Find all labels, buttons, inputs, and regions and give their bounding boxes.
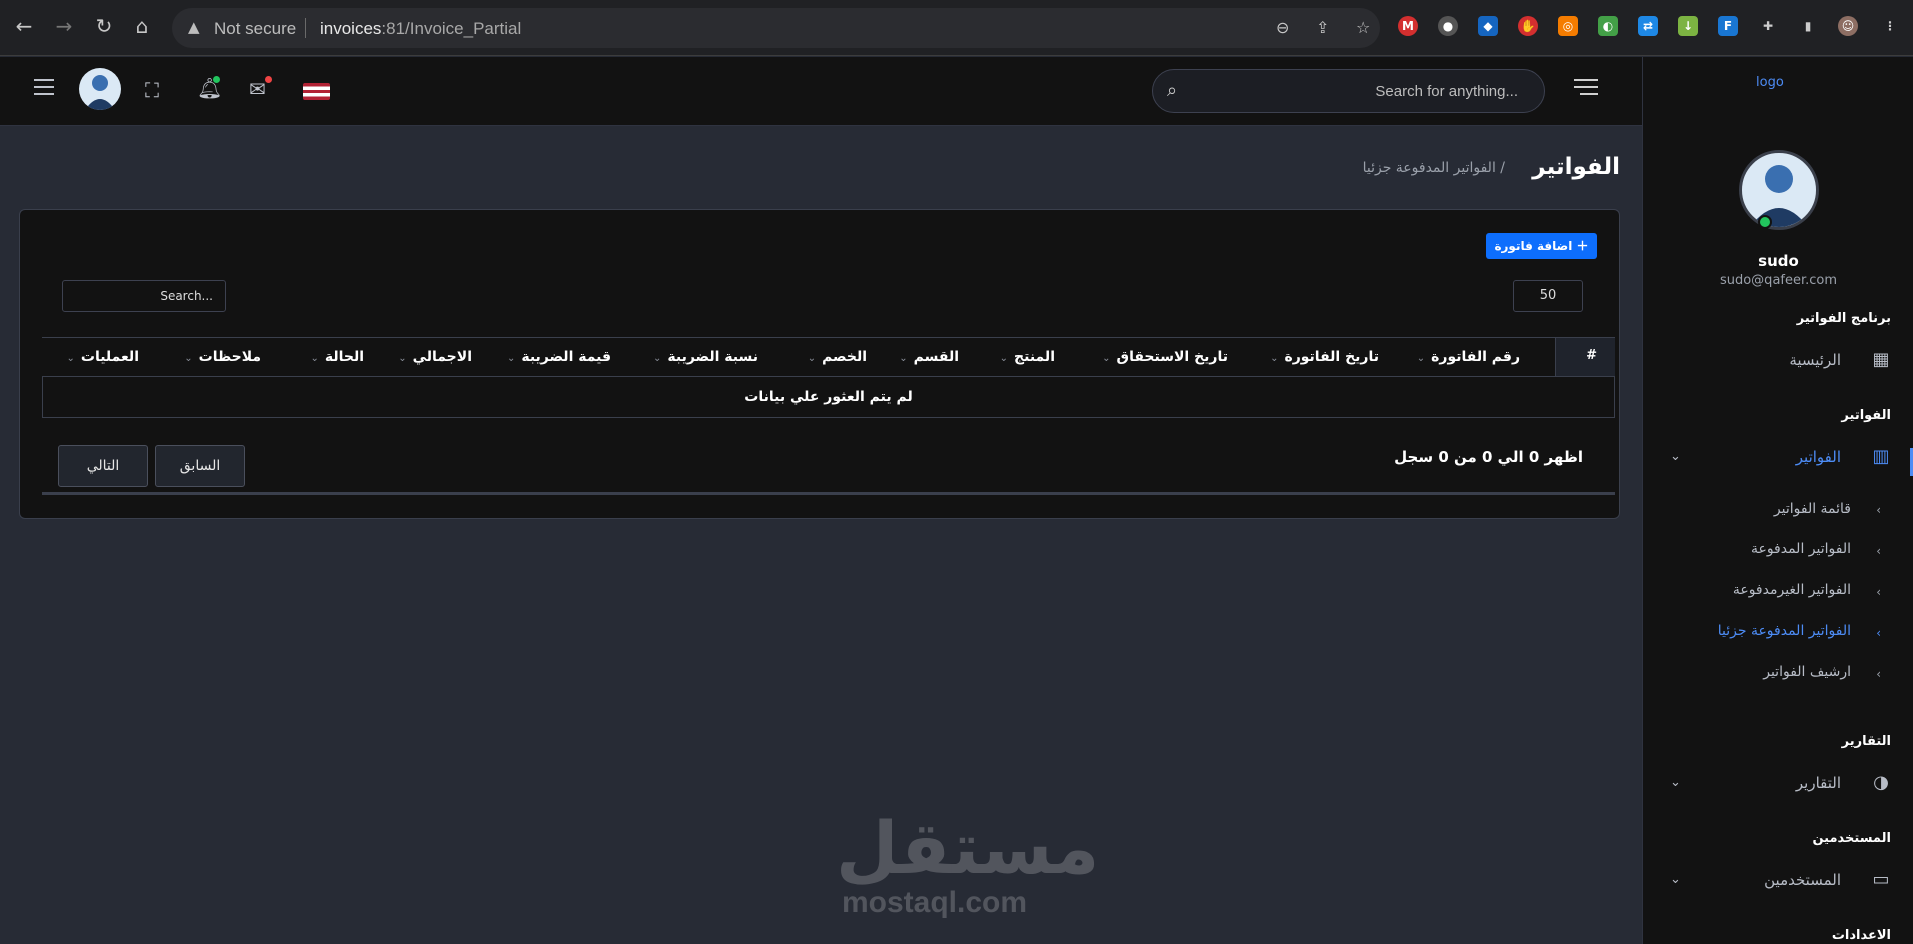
chevron-down-icon[interactable]: ⌄: [1670, 775, 1681, 790]
online-status: [1758, 215, 1772, 229]
search-icon: ⌕: [1167, 80, 1178, 101]
chevron-left-icon: ‹: [1876, 544, 1881, 558]
mail-dot: [265, 76, 272, 83]
back-icon[interactable]: ←: [12, 14, 36, 38]
forward-icon[interactable]: →: [52, 14, 76, 38]
star-icon[interactable]: ☆: [1356, 18, 1370, 37]
table-search-input[interactable]: Search...: [62, 280, 226, 312]
add-invoice-button[interactable]: ＋ اضافة فاتورة: [1486, 233, 1597, 259]
sidebar-item-users[interactable]: المستخدمين: [1764, 871, 1841, 889]
profile-icon[interactable]: ☺: [1838, 16, 1858, 36]
sidebar: logo sudo sudo@qafeer.com برنامج الفواتي…: [1642, 57, 1913, 944]
sidebar-subitem[interactable]: ارشيف الفواتير: [1763, 664, 1851, 680]
chevron-left-icon: ‹: [1876, 626, 1881, 640]
avatar[interactable]: [79, 68, 121, 110]
page-title: الفواتير: [1532, 154, 1620, 180]
extension-icon[interactable]: ◐: [1598, 16, 1618, 36]
extension-icon[interactable]: F: [1718, 16, 1738, 36]
extension-icon[interactable]: M: [1398, 16, 1418, 36]
section-label: الفواتير: [1841, 408, 1891, 423]
sidebar-item-invoices[interactable]: الفواتير: [1796, 448, 1841, 466]
dashboard-icon: ▦: [1872, 349, 1890, 370]
column-header[interactable]: القسم⌄: [899, 349, 959, 365]
section-label: التقارير: [1841, 734, 1891, 749]
watermark-logo: مستقل: [836, 806, 1101, 890]
table-empty-row: لم يتم العثور علي بيانات: [42, 377, 1615, 418]
sidebar-toggle-icon[interactable]: [1574, 79, 1598, 100]
browser-toolbar: ← → ↻ ⌂ ▲ Not secure invoices:81/Invoice…: [0, 0, 1913, 56]
user-name: sudo: [1758, 252, 1799, 270]
column-header[interactable]: العمليات⌄: [67, 349, 140, 365]
extension-icon[interactable]: ⇄: [1638, 16, 1658, 36]
pie-icon: ◑: [1873, 772, 1889, 793]
section-label: برنامج الفواتير: [1796, 311, 1891, 326]
security-label: Not secure: [214, 19, 297, 38]
sidebar-subitem[interactable]: قائمة الفواتير: [1774, 501, 1851, 517]
sidepanel-icon[interactable]: ▮: [1798, 16, 1818, 36]
chevron-down-icon[interactable]: ⌄: [1670, 872, 1681, 887]
table-scrollbar[interactable]: [42, 492, 1615, 495]
sidebar-subitem-active[interactable]: الفواتير المدفوعة جزئيا: [1718, 623, 1851, 639]
column-header[interactable]: تاريخ الاستحقاق⌄: [1102, 349, 1228, 365]
chevron-down-icon[interactable]: ⌄: [1670, 449, 1681, 464]
chevron-left-icon: ‹: [1876, 667, 1881, 681]
chat-icon: ▭: [1872, 869, 1890, 890]
prev-button[interactable]: السابق: [155, 445, 245, 487]
column-header[interactable]: تاريخ الفاتورة⌄: [1270, 349, 1379, 365]
logo[interactable]: logo: [1756, 75, 1784, 90]
address-bar[interactable]: ▲ Not secure invoices:81/Invoice_Partial…: [172, 8, 1380, 48]
home-icon[interactable]: ⌂: [130, 14, 154, 38]
column-header[interactable]: الخصم⌄: [808, 349, 867, 365]
more-icon[interactable]: ⋮: [1880, 16, 1900, 36]
app-header: ⛶ 🔔︎ ✉ ⌕ Search for anything...: [0, 57, 1642, 126]
section-label: المستخدمين: [1812, 831, 1891, 846]
breadcrumb[interactable]: / الفواتير المدفوعة جزئيا: [1363, 160, 1505, 176]
user-email: sudo@qafeer.com: [1719, 273, 1838, 288]
notification-dot: [213, 76, 220, 83]
search-input[interactable]: ⌕ Search for anything...: [1152, 69, 1545, 113]
fullscreen-icon[interactable]: ⛶: [145, 78, 159, 102]
sidebar-item-reports[interactable]: التقارير: [1796, 774, 1841, 792]
puzzle-icon[interactable]: ✚: [1758, 16, 1778, 36]
extension-icon[interactable]: ◎: [1558, 16, 1578, 36]
extension-icon[interactable]: ↓: [1678, 16, 1698, 36]
zoom-icon[interactable]: ⊖: [1276, 18, 1289, 37]
invoices-card: ＋ اضافة فاتورة 50 Search... # رقم الفاتو…: [19, 209, 1620, 519]
chevron-left-icon: ‹: [1876, 503, 1881, 517]
mail-icon[interactable]: ✉: [249, 77, 266, 101]
extension-icon[interactable]: ✋: [1518, 16, 1538, 36]
watermark-text: mostaql.com: [842, 886, 1028, 919]
warning-icon: ▲: [188, 18, 200, 36]
sidebar-item-home[interactable]: الرئيسية: [1789, 351, 1841, 369]
chart-icon: ▥: [1872, 446, 1890, 467]
avatar: [1739, 150, 1819, 230]
column-header[interactable]: ملاحظات⌄: [184, 349, 261, 365]
reload-icon[interactable]: ↻: [92, 14, 116, 38]
table-header: # رقم الفاتورة⌄ تاريخ الفاتورة⌄ تاريخ ال…: [42, 337, 1615, 377]
share-icon[interactable]: ⇪: [1316, 18, 1329, 37]
url-text[interactable]: invoices:81/Invoice_Partial: [320, 19, 521, 39]
menu-icon[interactable]: [34, 79, 54, 95]
column-header[interactable]: #: [1555, 338, 1615, 376]
column-header[interactable]: الحالة⌄: [310, 349, 364, 365]
sidebar-subitem[interactable]: الفواتير الغيرمدفوعة: [1733, 582, 1851, 598]
sidebar-subitem[interactable]: الفواتير المدفوعة: [1751, 541, 1851, 557]
page-length-select[interactable]: 50: [1513, 280, 1583, 312]
column-header[interactable]: الاجمالي⌄: [398, 349, 472, 365]
column-header[interactable]: نسبة الضريبة⌄: [653, 349, 758, 365]
extension-icon[interactable]: ●: [1438, 16, 1458, 36]
next-button[interactable]: التالي: [58, 445, 148, 487]
table-info: اظهر 0 الي 0 من 0 سجل: [1394, 448, 1583, 466]
divider: [305, 18, 306, 38]
flag-icon[interactable]: [303, 83, 330, 100]
column-header[interactable]: قيمة الضريبة⌄: [507, 349, 611, 365]
column-header[interactable]: المنتج⌄: [1000, 349, 1055, 365]
extension-icon[interactable]: ◆: [1478, 16, 1498, 36]
section-label: الاعدادات: [1831, 928, 1891, 943]
column-header[interactable]: رقم الفاتورة⌄: [1417, 349, 1520, 365]
chevron-left-icon: ‹: [1876, 585, 1881, 599]
